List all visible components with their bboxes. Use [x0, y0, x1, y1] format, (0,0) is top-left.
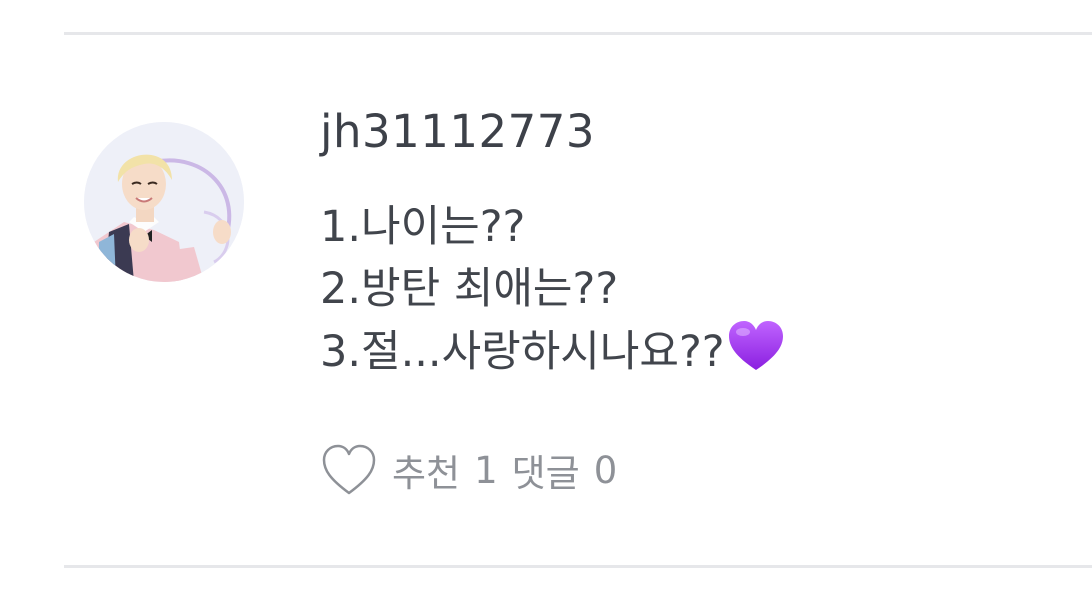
heart-outline-icon[interactable] — [320, 443, 378, 497]
comment-actions: 추천 1 댓글 0 — [320, 440, 617, 500]
comment-username[interactable]: jh31112773 — [320, 104, 1060, 160]
comment-block: jh31112773 1.나이는?? 2.방탄 최애는?? 3.절...사랑하시… — [320, 104, 1060, 389]
recommend-count: 1 — [474, 448, 498, 492]
avatar-photo — [84, 122, 244, 282]
comment-line-1: 1.나이는?? — [320, 202, 526, 252]
comment-line-3: 3.절...사랑하시나요?? — [320, 320, 1060, 389]
bottom-divider — [64, 565, 1092, 568]
purple-heart-emoji-icon — [727, 320, 785, 389]
comment-line-2: 2.방탄 최애는?? — [320, 264, 619, 314]
recommend-label[interactable]: 추천 — [392, 443, 460, 497]
reply-count: 0 — [593, 448, 618, 492]
top-divider — [64, 32, 1092, 35]
reply-label[interactable]: 댓글 — [512, 443, 580, 497]
avatar[interactable] — [84, 122, 244, 282]
comment-line-3-text: 3.절...사랑하시나요?? — [320, 327, 725, 377]
comment-text: 1.나이는?? 2.방탄 최애는?? 3.절...사랑하시나요?? — [320, 196, 1060, 389]
